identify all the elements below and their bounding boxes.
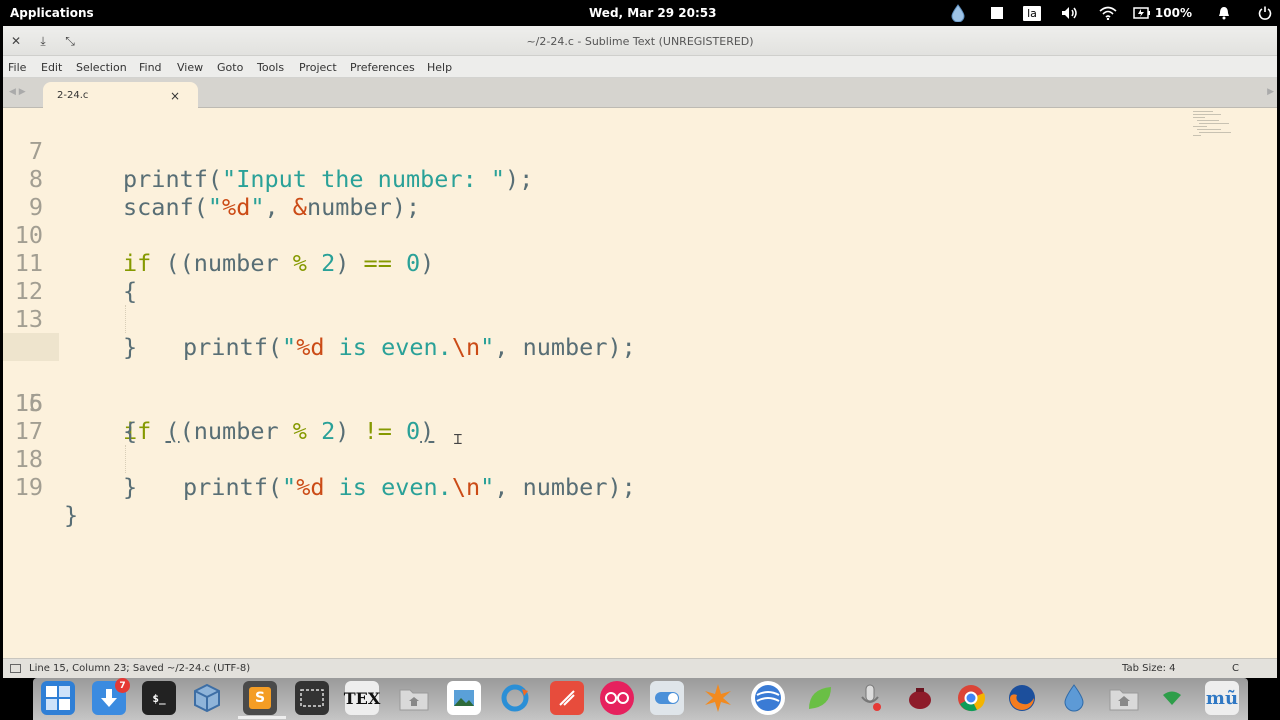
code-line: 18 } (3, 417, 1277, 501)
water-drop-app-icon[interactable] (1057, 681, 1091, 715)
code-line: 12 printf("%d is even.\n", number); (3, 249, 1277, 361)
menu-project[interactable]: Project (299, 61, 337, 74)
code-line: 7 printf("Input the number: "); (3, 109, 1277, 193)
code-line: 19 } (3, 445, 1277, 529)
title-bar[interactable]: ✕ ⤓ ⤡ ~/2-24.c - Sublime Text (UNREGISTE… (3, 26, 1277, 56)
teapot-icon[interactable] (903, 681, 937, 715)
battery-percent: 100% (1154, 6, 1192, 20)
update-manager-icon[interactable] (498, 681, 532, 715)
window-title: ~/2-24.c - Sublime Text (UNREGISTERED) (526, 35, 754, 48)
code-line: 11 { (3, 221, 1277, 305)
syntax-selector[interactable]: C (1232, 663, 1239, 674)
active-line-gutter (3, 333, 59, 361)
musescore-icon[interactable]: mũ (1205, 681, 1239, 715)
firefox-icon[interactable] (1005, 681, 1039, 715)
tab-scroll-right-icon[interactable]: ▶ (1267, 87, 1274, 97)
applications-menu[interactable]: Applications (10, 6, 94, 20)
dock: 7 $_ S TEX mũ (33, 678, 1248, 720)
texmaker-icon[interactable]: TEX (344, 681, 380, 715)
flickr-icon[interactable] (600, 681, 634, 715)
chrome-icon[interactable] (954, 681, 988, 715)
code-line: 13 } (3, 277, 1277, 361)
menu-view[interactable]: View (177, 61, 203, 74)
menu-find[interactable]: Find (139, 61, 162, 74)
code-line: 10 if ((number % 2) == 0) (3, 193, 1277, 277)
menu-file[interactable]: File (8, 61, 26, 74)
battery-icon[interactable]: 100% (1133, 3, 1192, 23)
minimap[interactable] (1193, 111, 1239, 151)
terminal-icon[interactable]: $_ (142, 681, 176, 715)
downloads-icon[interactable]: 7 (92, 678, 130, 715)
sublime-window: ✕ ⤓ ⤡ ~/2-24.c - Sublime Text (UNREGISTE… (3, 26, 1277, 678)
virtualbox-icon[interactable] (190, 681, 224, 715)
code-line: 17 printf("%d is even.\n", number); (3, 389, 1277, 501)
leaf-editor-icon[interactable] (803, 681, 837, 715)
tab-scroll-left-icon[interactable]: ◀ ▶ (9, 87, 26, 97)
top-panel: Applications Wed, Mar 29 20:53 la 100% (0, 0, 1280, 26)
clock[interactable]: Wed, Mar 29 20:53 (589, 6, 716, 20)
google-earth-icon[interactable] (751, 681, 785, 715)
home-folder-icon[interactable] (1107, 681, 1141, 715)
system-tray: la 100% (935, 3, 1272, 23)
settings-icon[interactable] (650, 681, 684, 715)
status-bar: Line 15, Column 23; Saved ~/2-24.c (UTF-… (3, 658, 1277, 678)
image-viewer-icon[interactable] (447, 681, 481, 715)
menu-preferences[interactable]: Preferences (350, 61, 415, 74)
code-line: 14 (3, 305, 1277, 361)
tab-close-icon[interactable]: × (170, 89, 180, 103)
menu-help[interactable]: Help (427, 61, 452, 74)
keyboard-layout-icon[interactable]: la (1023, 3, 1041, 23)
line-number: 19 (14, 473, 43, 501)
bell-icon[interactable] (1218, 3, 1230, 23)
code-line: 16 { (3, 361, 1277, 445)
menu-edit[interactable]: Edit (41, 61, 62, 74)
tab-size-selector[interactable]: Tab Size: 4 (1122, 663, 1176, 674)
volume-icon[interactable] (1061, 3, 1079, 23)
code-line-active: 15 if ((number % 2) != 0) (3, 333, 1277, 445)
workspaces-icon[interactable] (41, 681, 75, 715)
panel-toggle-icon[interactable] (10, 664, 21, 673)
tab-2-24-c[interactable]: 2-24.c × (43, 82, 198, 109)
tab-bar: ◀ ▶ 2-24.c × ▶ (3, 78, 1277, 109)
sublime-text-icon[interactable]: S (243, 681, 277, 715)
status-text: Line 15, Column 23; Saved ~/2-24.c (UTF-… (29, 663, 251, 674)
water-drop-icon[interactable] (951, 3, 965, 23)
menu-tools[interactable]: Tools (257, 61, 284, 74)
code-editor[interactable]: 7 printf("Input the number: "); 8 scanf(… (3, 109, 1277, 658)
wifi-icon[interactable] (1099, 3, 1117, 23)
files-icon[interactable] (397, 681, 431, 715)
square-icon[interactable] (991, 3, 1004, 23)
network-icon[interactable] (1155, 681, 1189, 715)
screenshot-icon[interactable] (295, 681, 329, 715)
burst-icon[interactable] (701, 681, 735, 715)
tab-label: 2-24.c (57, 90, 89, 101)
menu-goto[interactable]: Goto (217, 61, 243, 74)
active-app-indicator (238, 716, 286, 719)
geany-icon[interactable] (550, 681, 584, 715)
menu-selection[interactable]: Selection (76, 61, 127, 74)
code-line: 8 scanf("%d", &number); (3, 137, 1277, 221)
code-line: 9 (3, 165, 1277, 221)
microphone-icon[interactable] (853, 681, 887, 715)
text-cursor-icon: Ɪ (454, 432, 462, 448)
downloads-badge: 7 (115, 678, 130, 693)
power-icon[interactable] (1258, 3, 1272, 23)
menu-bar: File Edit Selection Find View Goto Tools… (3, 56, 1277, 78)
